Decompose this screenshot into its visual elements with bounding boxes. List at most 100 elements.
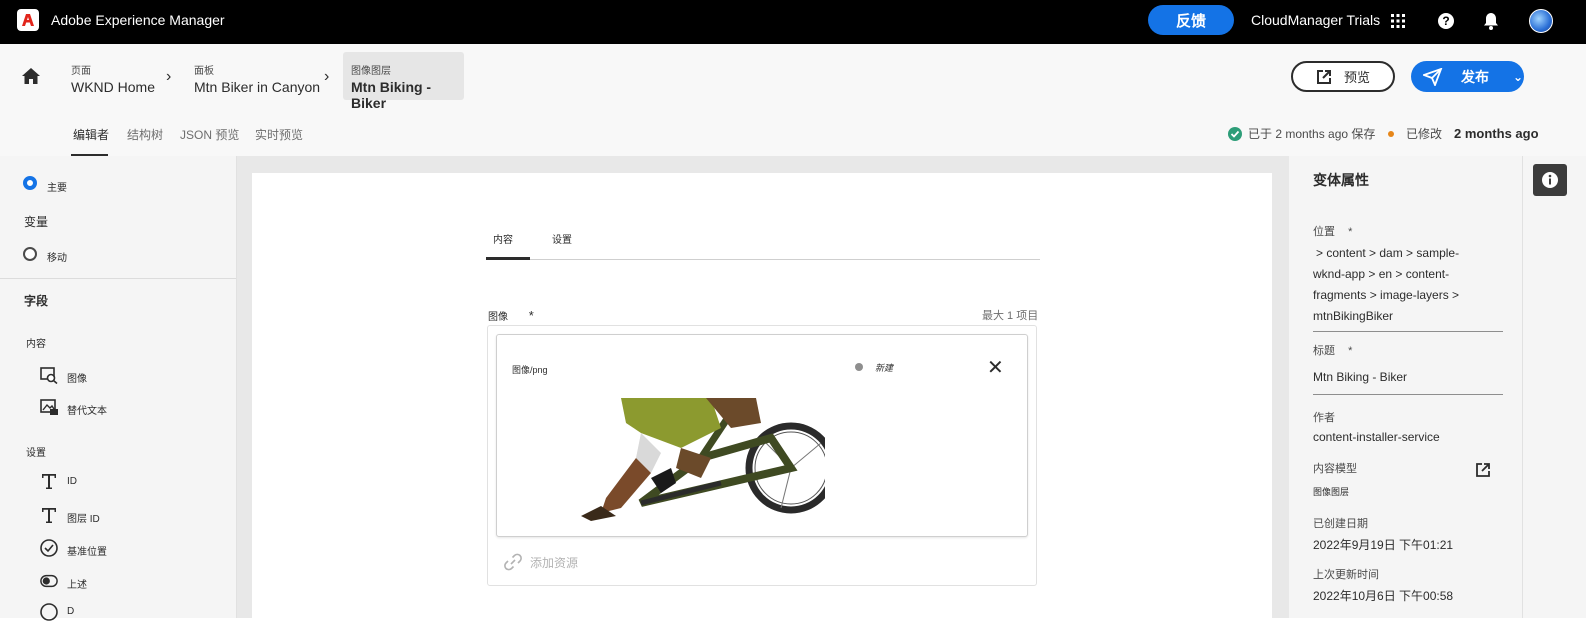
modified-status: 已修改 2 months ago — [1388, 125, 1539, 142]
tab-editor[interactable]: 编辑者 — [73, 126, 109, 143]
model-value: 图像图层 — [1313, 487, 1350, 497]
breadcrumb-label: WKND Home — [71, 79, 156, 95]
check-circle-icon — [1228, 126, 1242, 141]
right-rail — [1522, 156, 1586, 618]
modified-value: 2 months ago — [1454, 126, 1539, 141]
max-items-label: 最大 1 项目 — [982, 310, 1039, 322]
left-panel: 主要 变量 移动 字段 内容 图像 替代文本 设置 ID 图层 ID 基准位置 … — [0, 156, 237, 621]
text-type-icon — [40, 506, 58, 524]
field-top-label[interactable]: 上述 — [67, 576, 87, 591]
asset-card[interactable]: 图像/png 新建 ✕ — [496, 334, 1028, 537]
apps-grid-icon[interactable] — [1388, 11, 1408, 31]
status-dot-icon — [855, 363, 863, 371]
title-label-text: 标题 — [1313, 345, 1335, 357]
location-path-line[interactable]: > content > dam > sample- — [1316, 246, 1459, 260]
publish-icon — [1423, 67, 1443, 86]
variation-mobile-label[interactable]: 移动 — [47, 249, 67, 264]
check-circle-outline-icon — [40, 539, 58, 557]
breadcrumb-label: Mtn Biking - Biker — [351, 79, 432, 111]
editor-canvas: 内容 设置 图像 * 最大 1 项目 图像/png 新建 ✕ 添加资源 — [252, 173, 1272, 618]
saved-text: 已于 2 months ago 保存 — [1248, 127, 1376, 141]
remove-asset-close-icon[interactable]: ✕ — [987, 355, 1004, 380]
notifications-bell-icon[interactable] — [1481, 11, 1501, 31]
toggle-icon — [40, 572, 58, 590]
updated-label: 上次更新时间 — [1313, 569, 1379, 581]
publish-button[interactable]: 发布 ⌄ — [1411, 61, 1524, 92]
author-value: content-installer-service — [1313, 430, 1440, 444]
field-image-label[interactable]: 图像 — [67, 370, 87, 385]
modified-label: 已修改 — [1406, 127, 1443, 141]
app-title[interactable]: Adobe Experience Manager — [51, 12, 225, 28]
settings-tab[interactable]: 设置 — [552, 231, 572, 246]
field-id-label[interactable]: ID — [67, 476, 77, 487]
title-input[interactable]: Mtn Biking - Biker — [1313, 370, 1407, 384]
image-field-label: 图像 * — [488, 308, 534, 323]
add-asset-label: 添加资源 — [530, 555, 579, 570]
asset-status: 新建 — [875, 363, 894, 373]
feedback-button[interactable]: 反馈 — [1148, 5, 1234, 35]
help-icon[interactable]: ? — [1436, 11, 1456, 31]
preview-button[interactable]: 预览 — [1291, 61, 1395, 92]
publish-label: 发布 — [1461, 68, 1489, 85]
location-label: 位置 * — [1313, 223, 1352, 239]
field-underline — [1313, 331, 1503, 332]
variation-master-radio[interactable] — [23, 176, 37, 190]
chevron-right-icon: › — [166, 68, 172, 85]
breadcrumb-item-current[interactable]: 图像图层 Mtn Biking - Biker — [343, 52, 464, 111]
created-label: 已创建日期 — [1313, 518, 1368, 530]
adobe-logo-icon[interactable] — [17, 9, 39, 31]
asset-mime-type: 图像/png — [512, 365, 548, 375]
info-icon — [1542, 172, 1558, 188]
chevron-right-icon: › — [324, 68, 330, 85]
preview-label: 预览 — [1343, 70, 1370, 85]
top-bar: Adobe Experience Manager 反馈 CloudManager… — [0, 0, 1586, 44]
location-path-line[interactable]: mtnBikingBiker — [1313, 309, 1393, 323]
location-label-text: 位置 — [1313, 226, 1335, 238]
properties-panel: 变体属性 位置 * > content > dam > sample- wknd… — [1289, 156, 1522, 618]
title-label: 标题 * — [1313, 342, 1352, 358]
image-field-name: 图像 — [488, 312, 508, 323]
group-content-label: 内容 — [26, 339, 46, 350]
group-settings-label: 设置 — [26, 448, 46, 459]
tab-json-preview[interactable]: JSON 预览 — [180, 126, 239, 143]
author-label: 作者 — [1313, 412, 1335, 424]
tab-tree[interactable]: 结构树 — [127, 126, 163, 143]
modified-dot-icon — [1388, 130, 1394, 137]
breadcrumb-item-home[interactable]: 页面 WKND Home — [63, 52, 163, 100]
content-tab[interactable]: 内容 — [493, 231, 513, 246]
field-position-label[interactable]: 基准位置 — [67, 543, 107, 558]
divider — [0, 278, 236, 279]
panel-title: 变体属性 — [1313, 172, 1369, 188]
breadcrumb-type: 图像图层 — [351, 66, 391, 77]
asset-thumbnail-image[interactable] — [581, 398, 825, 521]
circle-outline-icon — [40, 603, 58, 621]
info-button[interactable] — [1533, 164, 1567, 196]
org-switcher[interactable]: CloudManager Trials — [1251, 12, 1380, 28]
open-model-external-icon[interactable] — [1475, 462, 1491, 483]
link-icon — [504, 553, 522, 571]
breadcrumb-label: Mtn Biker in Canyon — [194, 79, 321, 95]
tab-divider — [486, 259, 1040, 260]
chevron-down-icon[interactable]: ⌄ — [1513, 70, 1523, 84]
tab-live-preview[interactable]: 实时预览 — [255, 126, 303, 143]
open-external-icon — [1316, 69, 1331, 84]
breadcrumb-item-panel[interactable]: 面板 Mtn Biker in Canyon — [186, 52, 328, 100]
field-partial-label[interactable]: D — [67, 606, 74, 617]
variation-master-label[interactable]: 主要 — [47, 179, 67, 194]
variation-mobile-radio[interactable] — [23, 247, 37, 261]
user-avatar[interactable] — [1529, 9, 1553, 33]
breadcrumb-type: 页面 — [71, 66, 91, 77]
field-underline — [1313, 394, 1503, 395]
text-type-icon — [40, 472, 58, 490]
svg-text:?: ? — [1442, 14, 1449, 28]
required-marker: * — [1348, 226, 1353, 238]
home-icon[interactable] — [21, 67, 41, 90]
location-path-line[interactable]: wknd-app > en > content- — [1313, 267, 1449, 281]
field-layer-id-label[interactable]: 图层 ID — [67, 510, 100, 525]
field-alt-text-label[interactable]: 替代文本 — [67, 402, 107, 417]
required-marker: * — [528, 308, 534, 323]
image-alt-text-icon — [40, 398, 58, 416]
location-path-line[interactable]: fragments > image-layers > — [1313, 288, 1459, 302]
add-asset-button[interactable]: 添加资源 — [504, 553, 578, 571]
fields-heading: 字段 — [24, 294, 49, 308]
